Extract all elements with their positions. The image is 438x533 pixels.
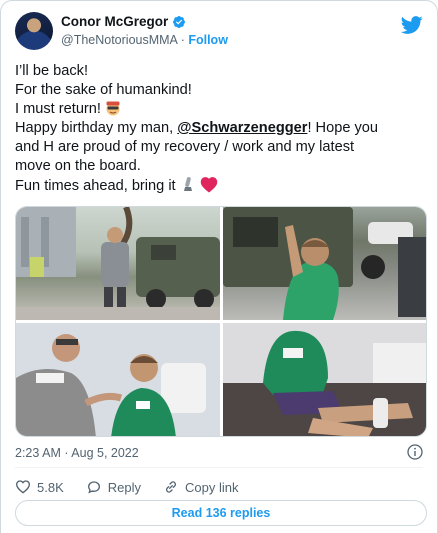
follow-button[interactable]: Follow (188, 33, 228, 47)
tweet-card: Conor McGregor @TheNotoriousMMA · Follow… (0, 0, 438, 533)
twitter-bird-icon[interactable] (401, 14, 423, 36)
tweet-timestamp[interactable]: 2:23 AM · Aug 5, 2022 (15, 446, 139, 460)
tweet-line-3-text: I must return! (15, 101, 101, 117)
avatar[interactable] (15, 12, 53, 50)
like-button[interactable]: 5.8K (15, 479, 64, 495)
reply-icon (87, 481, 100, 494)
author-name-row: Conor McGregor (61, 14, 186, 29)
verified-badge-icon (173, 15, 186, 28)
photo-greeting[interactable] (16, 323, 220, 436)
red-heart-emoji-icon (200, 177, 217, 193)
tweet-text: I’ll be back! For the sake of humankind!… (15, 62, 427, 196)
handle-row: @TheNotoriousMMA · Follow (61, 33, 228, 47)
heart-icon (15, 480, 31, 494)
separator: · (180, 33, 185, 47)
tweet-line-1: I’ll be back! (15, 63, 89, 79)
tweet-line-3: I must return! (15, 100, 427, 119)
photo-street-walk[interactable] (16, 207, 220, 320)
tweet-line-4: Happy birthday my man, @Schwarzenegger! … (15, 119, 427, 138)
author-name[interactable]: Conor McGregor (61, 14, 168, 29)
copy-link-label: Copy link (185, 479, 239, 495)
reply-button[interactable]: Reply (86, 479, 141, 495)
mention-link[interactable]: @Schwarzenegger (177, 120, 307, 136)
photo-humvee[interactable] (223, 207, 426, 320)
action-bar: 5.8K Reply Copy link (15, 478, 260, 496)
read-replies-button[interactable]: Read 136 replies (15, 500, 427, 526)
tweet-line-2: For the sake of humankind! (15, 82, 192, 98)
info-icon[interactable] (407, 444, 423, 460)
tweet-header: Conor McGregor @TheNotoriousMMA · Follow (15, 12, 425, 52)
cool-emoji-icon (106, 101, 120, 116)
divider (15, 467, 423, 468)
tweet-line-4-text: Happy birthday my man, (15, 120, 178, 136)
like-count: 5.8K (37, 479, 64, 495)
reply-label: Reply (107, 479, 141, 495)
tweet-line-7-text: Fun times ahead, bring it (15, 178, 176, 194)
copy-link-button[interactable]: Copy link (163, 479, 238, 495)
leg-emoji-icon (183, 177, 192, 191)
tweet-line-6: move on the board. (15, 158, 141, 174)
media-grid[interactable] (15, 206, 427, 437)
photo-recovery-couch[interactable] (223, 323, 426, 436)
link-icon (166, 481, 176, 493)
author-handle[interactable]: @TheNotoriousMMA (61, 33, 177, 47)
tweet-line-5: and H are proud of my recovery / work an… (15, 139, 355, 155)
tweet-line-7: Fun times ahead, bring it (15, 176, 427, 196)
tweet-line-4-rest: ! Hope you (307, 120, 379, 136)
